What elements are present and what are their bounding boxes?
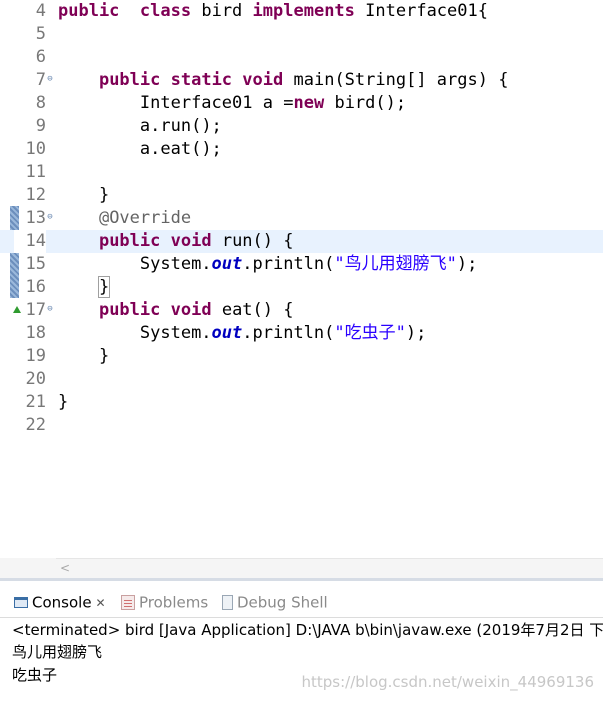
code-text[interactable]: System.out.println("鸟儿用翅膀飞"); [58, 253, 477, 276]
problems-icon [121, 595, 135, 610]
line-number: 4 [35, 1, 46, 21]
line-number: 13 [25, 208, 46, 228]
code-text[interactable]: public static void main(String[] args) { [58, 69, 508, 92]
code-text[interactable]: public void eat() { [58, 299, 294, 322]
code-line: 10 a.eat(); [0, 138, 603, 161]
line-number: 21 [25, 392, 46, 412]
code-line: 4 public class bird implements Interface… [0, 0, 603, 23]
line-number: 11 [25, 162, 46, 182]
console-status: <terminated> bird [Java Application] D:\… [12, 621, 603, 639]
fold-collapse-icon[interactable]: ⊖ [46, 213, 54, 222]
code-line: 21 } [0, 391, 603, 414]
line-number: 18 [25, 323, 46, 343]
console-view: Console ✕ Problems Debug Shell <terminate… [0, 581, 603, 701]
line-number: 7 [35, 70, 46, 90]
code-text[interactable]: Interface01 a =new bird(); [58, 92, 406, 115]
code-line: 9 a.run(); [0, 115, 603, 138]
line-number: 5 [35, 24, 46, 44]
console-output-line: 吃虫子 [12, 666, 58, 684]
line-number: 10 [25, 139, 46, 159]
code-line: 17 ⊖ public void eat() { [0, 299, 603, 322]
code-text[interactable]: a.eat(); [58, 138, 222, 161]
fold-collapse-icon[interactable]: ⊖ [46, 305, 54, 314]
code-editor[interactable]: 4 public class bird implements Interface… [0, 0, 603, 581]
close-icon[interactable]: ✕ [96, 590, 106, 616]
code-line-current: 14 public void run() { [0, 230, 603, 253]
code-line: 12 } [0, 184, 603, 207]
eclipse-window: 4 public class bird implements Interface… [0, 0, 603, 701]
line-number: 22 [25, 415, 46, 435]
line-number: 20 [25, 369, 46, 389]
code-line: 22 [0, 414, 603, 437]
code-text[interactable]: } [58, 276, 111, 299]
code-text[interactable]: } [58, 345, 109, 368]
tab-problems[interactable]: Problems [121, 589, 208, 615]
matching-bracket: } [97, 276, 111, 298]
line-number: 6 [35, 47, 46, 67]
code-line: 11 [0, 161, 603, 184]
line-number: 16 [25, 277, 46, 297]
console-icon [14, 597, 28, 608]
debug-shell-icon [222, 595, 233, 610]
tab-debug-shell[interactable]: Debug Shell [222, 589, 328, 615]
code-line: 16 } [0, 276, 603, 299]
code-line: 5 [0, 23, 603, 46]
code-text[interactable]: public class bird implements Interface01… [58, 0, 488, 23]
code-line: 7 ⊖ public static void main(String[] arg… [0, 69, 603, 92]
line-number: 14 [14, 230, 46, 253]
code-line: 15 System.out.println("鸟儿用翅膀飞"); [0, 253, 603, 276]
line-number: 19 [25, 346, 46, 366]
code-text[interactable]: public void run() { [58, 230, 294, 253]
horizontal-scrollbar[interactable]: < [56, 558, 603, 579]
code-line: 13 ⊖ @Override [0, 207, 603, 230]
code-text[interactable]: @Override [58, 207, 191, 230]
code-line: 18 System.out.println("吃虫子"); [0, 322, 603, 345]
code-text[interactable]: } [58, 184, 109, 207]
line-number: 8 [35, 93, 46, 113]
line-number: 12 [25, 185, 46, 205]
watermark: https://blog.csdn.net/weixin_44969136 [301, 673, 594, 691]
code-line: 6 [0, 46, 603, 69]
code-line: 8 Interface01 a =new bird(); [0, 92, 603, 115]
gutter-footer [0, 558, 56, 578]
fold-collapse-icon[interactable]: ⊖ [46, 75, 54, 84]
console-output-line: 鸟儿用翅膀飞 [12, 643, 103, 661]
view-tabbar: Console ✕ Problems Debug Shell [0, 581, 603, 618]
code-text[interactable]: a.run(); [58, 115, 222, 138]
line-number: 15 [25, 254, 46, 274]
code-text[interactable]: System.out.println("吃虫子"); [58, 322, 426, 345]
code-text[interactable]: } [58, 391, 68, 414]
line-number: 9 [35, 116, 46, 136]
code-line: 19 } [0, 345, 603, 368]
scroll-left-icon[interactable]: < [60, 561, 70, 575]
line-number: 17 [25, 300, 46, 320]
tab-console[interactable]: Console ✕ [14, 589, 106, 615]
code-line: 20 [0, 368, 603, 391]
